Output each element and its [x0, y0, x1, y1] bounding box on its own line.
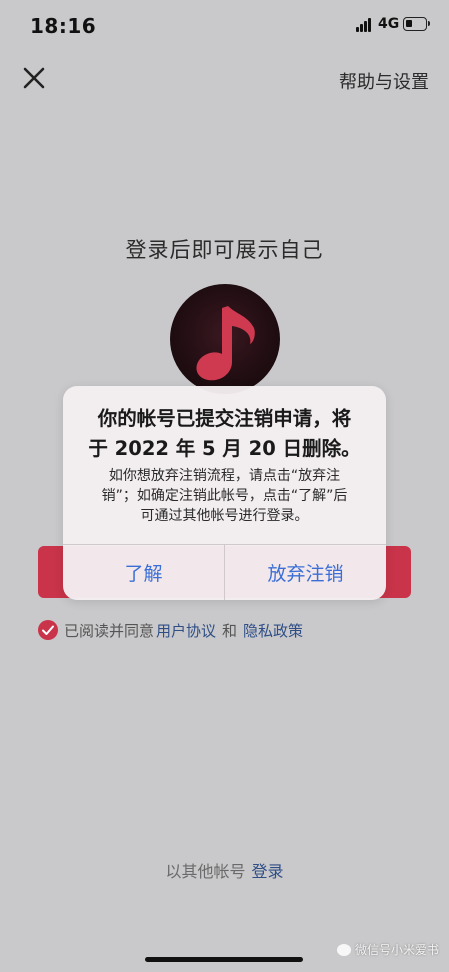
agreement-row: 已阅读并同意 用户协议 和 隐私政策 — [38, 618, 305, 642]
status-bar: 18:16 4G — [0, 0, 449, 52]
watermark: 微信号小米爱书 — [336, 941, 439, 958]
other-account-login: 以其他帐号 登录 — [0, 858, 449, 882]
privacy-policy-link[interactable]: 隐私政策 — [243, 620, 303, 641]
checkmark-icon[interactable] — [38, 620, 58, 640]
dialog-message: 如你想放弃注销流程，请点击“放弃注 销”；如确定注销此帐号，点击“了解”后 可通… — [101, 468, 348, 524]
wechat-icon — [336, 943, 351, 956]
home-indicator[interactable] — [145, 957, 303, 962]
other-login-text: 以其他帐号 — [165, 862, 246, 881]
app-logo — [170, 284, 280, 394]
abandon-deactivation-button[interactable]: 放弃注销 — [225, 545, 386, 600]
user-agreement-link[interactable]: 用户协议 — [156, 620, 216, 641]
other-login-link[interactable]: 登录 — [252, 862, 284, 881]
status-time: 18:16 — [30, 14, 97, 38]
close-button[interactable] — [20, 64, 48, 92]
agreement-prefix: 已阅读并同意 — [64, 621, 155, 640]
help-settings-link[interactable]: 帮助与设置 — [339, 68, 429, 94]
network-type: 4G — [378, 16, 400, 32]
signal-icon — [356, 18, 374, 32]
watermark-text: 微信号小米爱书 — [354, 943, 439, 957]
dialog-title: 你的帐号已提交注销申请，将 于 2022 年 5 月 20 日删除。 — [88, 407, 361, 460]
close-icon — [23, 67, 45, 89]
battery-icon — [403, 17, 430, 31]
understand-button[interactable]: 了解 — [63, 545, 224, 600]
agreement-and: 和 — [222, 621, 238, 640]
deactivation-dialog: 你的帐号已提交注销申请，将 于 2022 年 5 月 20 日删除。 如你想放弃… — [63, 386, 386, 600]
page-title: 登录后即可展示自己 — [125, 238, 324, 262]
music-note-icon — [196, 306, 255, 381]
